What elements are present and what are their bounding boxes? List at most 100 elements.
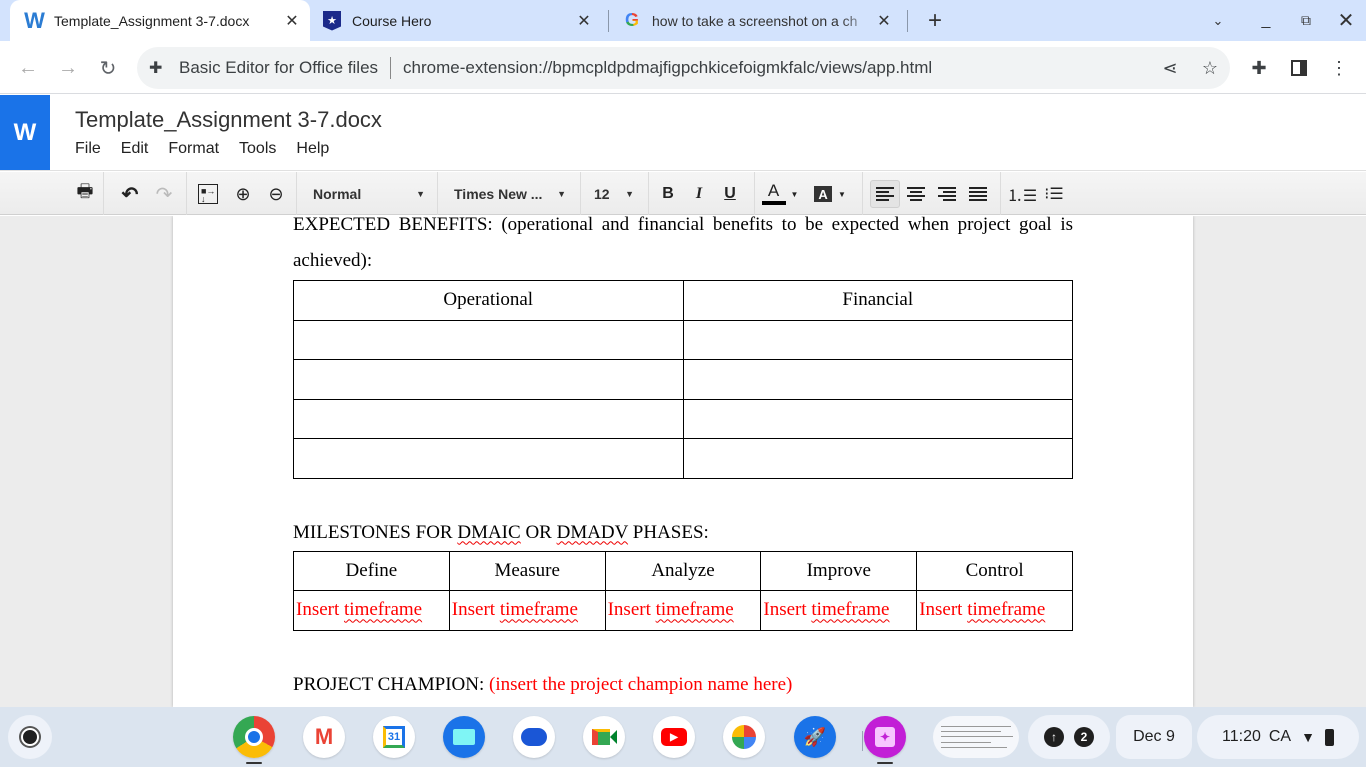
text-color-button[interactable]: A ▼ <box>760 180 800 208</box>
table-cell[interactable] <box>682 359 1073 400</box>
extensions-icon[interactable]: ✚ <box>1244 53 1274 83</box>
misspelled-word[interactable]: DMADV <box>557 522 628 543</box>
table-cell[interactable]: Insert timeframe <box>448 590 606 631</box>
redo-icon[interactable]: ↷ <box>151 180 177 208</box>
align-right-button[interactable] <box>933 180 961 208</box>
bulleted-list-icon[interactable]: ⁝☰ <box>1040 180 1068 208</box>
align-center-button[interactable] <box>902 180 930 208</box>
chevron-down-icon: ▼ <box>557 189 566 199</box>
messages-app-icon[interactable] <box>513 716 555 758</box>
undo-icon[interactable]: ↶ <box>117 180 143 208</box>
gmail-app-icon[interactable]: M <box>303 716 345 758</box>
misspelled-word[interactable]: timeframe <box>656 599 734 620</box>
locale-indicator: CA <box>1268 728 1292 745</box>
chrome-app-icon[interactable] <box>233 716 275 758</box>
table-cell[interactable] <box>293 438 684 479</box>
table-cell[interactable]: Insert timeframe <box>604 590 762 631</box>
menu-file[interactable]: File <box>75 140 101 158</box>
zoom-in-icon[interactable]: ⊕ <box>230 180 256 208</box>
holding-space-tray[interactable]: ↑ 2 <box>1028 715 1110 759</box>
numbered-list-icon[interactable]: ⒈☰ <box>1007 180 1037 208</box>
table-header-cell[interactable]: Operational <box>293 280 684 321</box>
italic-button[interactable]: I <box>687 180 711 208</box>
url-text[interactable]: chrome-extension://bpmcpldpdmajfigpchkic… <box>403 58 1150 78</box>
misspelled-word[interactable]: DMAIC <box>457 522 520 543</box>
table-header-cell[interactable]: Analyze <box>604 550 762 591</box>
forward-icon[interactable]: → <box>53 53 83 83</box>
table-cell[interactable]: Insert timeframe <box>916 590 1073 631</box>
table-cell[interactable] <box>682 319 1073 360</box>
youtube-app-icon[interactable]: ▶ <box>653 716 695 758</box>
table-cell[interactable]: Insert timeframe <box>760 590 918 631</box>
calendar-app-icon[interactable]: 31 <box>373 716 415 758</box>
table-cell[interactable] <box>293 398 684 439</box>
address-divider <box>390 57 392 79</box>
font-size-select[interactable]: 12 ▼ <box>594 180 634 208</box>
status-tray[interactable]: 11:20 CA ▼ <box>1197 715 1359 759</box>
gallery-app-icon[interactable]: ✦ <box>864 716 906 758</box>
menu-help[interactable]: Help <box>296 140 329 158</box>
side-panel-icon[interactable] <box>1284 53 1314 83</box>
document-page[interactable]: EXPECTED BENEFITS: (operational and fina… <box>173 216 1193 707</box>
benefits-heading: EXPECTED BENEFITS: (operational and fina… <box>293 216 1073 271</box>
misspelled-word[interactable]: timeframe <box>500 599 578 620</box>
photos-app-icon[interactable] <box>723 716 765 758</box>
table-header-cell[interactable]: Financial <box>682 280 1073 321</box>
document-workspace[interactable]: EXPECTED BENEFITS: (operational and fina… <box>0 216 1366 707</box>
bookmark-star-icon[interactable]: ☆ <box>1190 58 1230 79</box>
tab-google-search[interactable]: G how to take a screenshot on a ch ✕ <box>622 0 902 41</box>
close-window-icon[interactable]: ✕ <box>1326 0 1366 41</box>
page-setup-icon[interactable]: ■→ ↓ <box>195 180 221 208</box>
bold-button[interactable]: B <box>656 180 680 208</box>
misspelled-word[interactable]: timeframe <box>811 599 889 620</box>
files-app-icon[interactable] <box>443 716 485 758</box>
table-cell[interactable] <box>682 398 1073 439</box>
close-tab-icon[interactable]: ✕ <box>874 11 894 31</box>
share-icon[interactable]: ⋖ <box>1150 58 1190 79</box>
menu-edit[interactable]: Edit <box>121 140 149 158</box>
menu-format[interactable]: Format <box>168 140 219 158</box>
font-family-select[interactable]: Times New ... ▼ <box>454 180 566 208</box>
more-menu-icon[interactable]: ⋮ <box>1324 53 1354 83</box>
underline-button[interactable]: U <box>718 180 742 208</box>
screenshot-preview[interactable] <box>933 716 1019 758</box>
table-cell[interactable] <box>293 359 684 400</box>
close-tab-icon[interactable]: ✕ <box>574 11 594 31</box>
paragraph-style-select[interactable]: Normal ▼ <box>313 180 425 208</box>
highlight-color-button[interactable]: A ▼ <box>810 180 850 208</box>
shelf-divider <box>862 731 863 751</box>
milestones-table[interactable]: Define Measure Analyze Improve Control I… <box>293 550 1073 631</box>
date-tray[interactable]: Dec 9 <box>1116 715 1192 759</box>
misspelled-word[interactable]: timeframe <box>344 599 422 620</box>
new-tab-button[interactable]: + <box>915 0 955 41</box>
justify-button[interactable] <box>964 180 992 208</box>
launcher-button[interactable] <box>8 715 52 759</box>
table-header-cell[interactable]: Improve <box>760 550 918 591</box>
table-cell[interactable] <box>682 438 1073 479</box>
menu-tools[interactable]: Tools <box>239 140 276 158</box>
table-header-cell[interactable]: Measure <box>448 550 606 591</box>
print-icon[interactable]: 🖶 <box>72 180 98 208</box>
table-header-cell[interactable]: Define <box>293 550 450 591</box>
back-icon[interactable]: ← <box>13 53 43 83</box>
restore-icon[interactable]: ⧉ <box>1286 0 1326 41</box>
champion-placeholder[interactable]: (insert the project champion name here) <box>489 674 792 695</box>
table-cell[interactable]: Insert timeframe <box>293 590 450 631</box>
tab-course-hero[interactable]: ★ Course Hero ✕ <box>322 0 602 41</box>
document-body[interactable]: EXPECTED BENEFITS: (operational and fina… <box>293 216 1073 703</box>
document-title[interactable]: Template_Assignment 3-7.docx <box>75 107 382 133</box>
reload-icon[interactable]: ↻ <box>93 53 123 83</box>
table-cell[interactable] <box>293 319 684 360</box>
benefits-table[interactable]: Operational Financial <box>293 280 1073 479</box>
minimize-icon[interactable]: _ <box>1246 0 1286 41</box>
zoom-out-icon[interactable]: ⊖ <box>263 180 289 208</box>
misspelled-word[interactable]: timeframe <box>967 599 1045 620</box>
tab-search-icon[interactable]: ⌄ <box>1198 0 1238 41</box>
table-header-cell[interactable]: Control <box>916 550 1073 591</box>
close-tab-icon[interactable]: ✕ <box>282 11 302 31</box>
rocket-app-icon[interactable]: 🚀 <box>794 716 836 758</box>
address-bar[interactable]: ✚ Basic Editor for Office files chrome-e… <box>137 47 1230 89</box>
meet-app-icon[interactable] <box>583 716 625 758</box>
align-left-button[interactable] <box>870 180 900 208</box>
tab-template-assignment[interactable]: W Template_Assignment 3-7.docx ✕ <box>10 0 310 41</box>
